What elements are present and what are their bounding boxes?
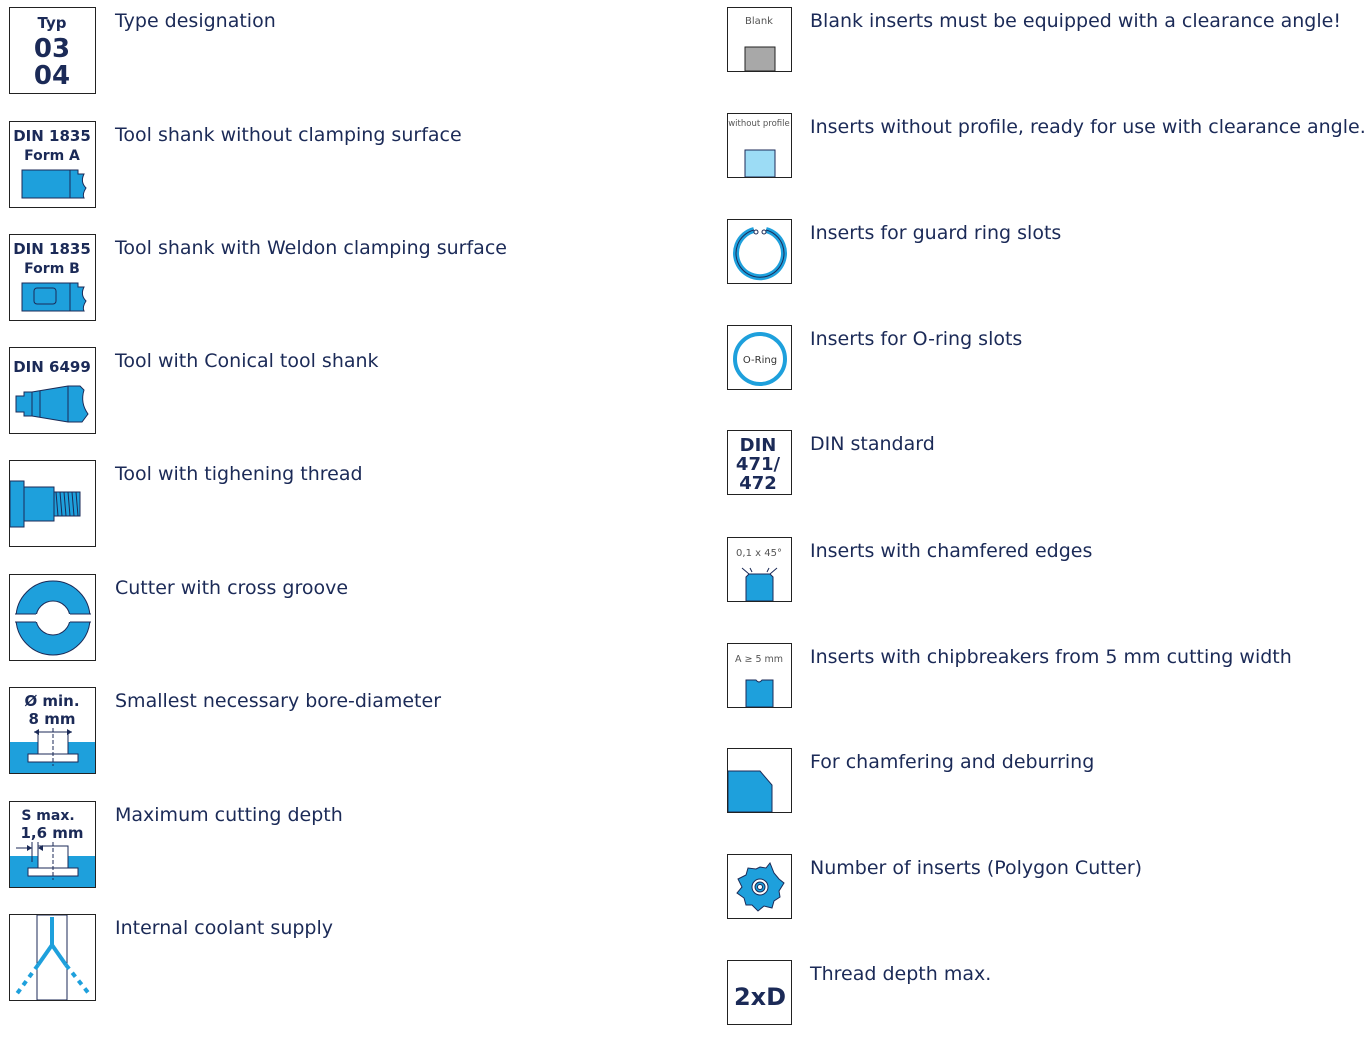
chamfered-edges-icon: 0,1 x 45°	[727, 537, 792, 602]
blank-insert-icon: Blank	[727, 7, 792, 72]
legend-label: Tool with Conical tool shank	[115, 350, 379, 372]
cross-groove-icon	[9, 574, 96, 661]
icon-text: DIN 6499	[13, 358, 91, 376]
legend-label: Tool shank without clamping surface	[115, 124, 462, 146]
legend-label: Smallest necessary bore-diameter	[115, 690, 442, 712]
icon-text: 1,6 mm	[20, 824, 83, 842]
icon-text: 03	[34, 34, 70, 64]
coolant-icon	[9, 914, 96, 1001]
chipbreaker-icon: A ≥ 5 mm	[727, 643, 792, 708]
legend-label: Blank inserts must be equipped with a cl…	[810, 10, 1341, 32]
din-1835-form-a-icon: DIN 1835 Form A	[9, 121, 96, 208]
legend-label: Tool with tighening thread	[115, 463, 363, 485]
icon-text: 04	[34, 61, 70, 91]
legend-label: Internal coolant supply	[115, 917, 333, 939]
icon-text: 0,1 x 45°	[736, 548, 782, 559]
bore-diameter-icon: Ø min. 8 mm	[9, 687, 96, 774]
legend-label: Type designation	[115, 10, 276, 32]
thread-depth-icon: 2xD	[727, 960, 792, 1025]
icon-text: 472	[739, 473, 777, 494]
legend-label: For chamfering and deburring	[810, 751, 1095, 773]
chamfer-deburr-icon	[727, 748, 792, 813]
icon-text: DIN 1835	[13, 240, 91, 258]
cutting-depth-icon: S max. 1,6 mm	[9, 801, 96, 888]
icon-text: Form B	[24, 261, 80, 277]
icon-text: O-Ring	[743, 355, 777, 366]
polygon-cutter-icon	[727, 854, 792, 919]
guard-ring-icon	[727, 219, 792, 284]
din-1835-form-b-icon: DIN 1835 Form B	[9, 234, 96, 321]
icon-text: S max.	[21, 808, 74, 824]
legend-label: Inserts for guard ring slots	[810, 222, 1062, 244]
legend-label: Cutter with cross groove	[115, 577, 349, 599]
legend-label: Thread depth max.	[810, 963, 992, 985]
icon-text: Blank	[745, 16, 773, 27]
legend-label: Number of inserts (Polygon Cutter)	[810, 857, 1143, 879]
icon-text: without profile	[728, 119, 790, 129]
icon-text: DIN 1835	[13, 127, 91, 145]
o-ring-icon: O-Ring	[727, 325, 792, 390]
thread-shank-icon	[9, 460, 96, 547]
legend-label: Inserts with chamfered edges	[810, 540, 1093, 562]
legend-label: DIN standard	[810, 433, 935, 455]
type-designation-icon: Typ 03 04	[9, 7, 96, 94]
icon-text: 471/	[736, 454, 781, 475]
icon-text: Ø min.	[24, 692, 79, 710]
icon-text: 8 mm	[29, 710, 76, 728]
legend-label: Inserts with chipbreakers from 5 mm cutt…	[810, 646, 1292, 668]
icon-text: Form A	[24, 148, 80, 164]
without-profile-icon: without profile	[727, 113, 792, 178]
legend-label: Maximum cutting depth	[115, 804, 343, 826]
din-6499-icon: DIN 6499	[9, 347, 96, 434]
legend-label: Inserts for O-ring slots	[810, 328, 1023, 350]
legend-label: Inserts without profile, ready for use w…	[810, 116, 1364, 138]
icon-text: DIN	[740, 435, 777, 456]
icon-text: 2xD	[734, 983, 786, 1011]
icon-text: Typ	[38, 14, 67, 32]
din-471-472-icon: DIN 471/ 472	[727, 430, 792, 495]
icon-text: A ≥ 5 mm	[735, 654, 783, 665]
legend-label: Tool shank with Weldon clamping surface	[115, 237, 507, 259]
